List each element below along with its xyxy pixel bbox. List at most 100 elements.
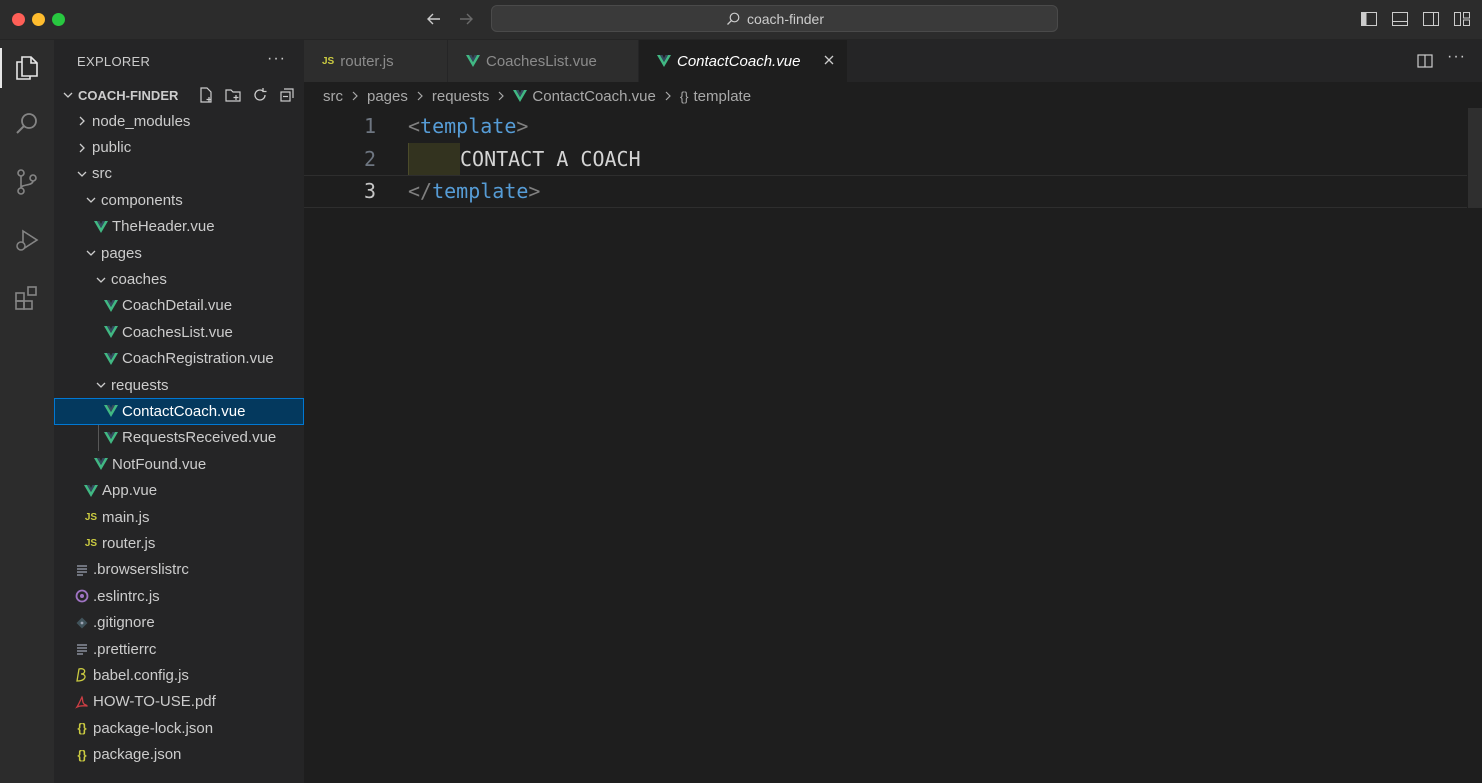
- minimize-window-button[interactable]: [32, 13, 45, 26]
- tree-item-label: .gitignore: [93, 614, 155, 632]
- tree-item-label: .prettierrc: [93, 640, 157, 658]
- close-window-button[interactable]: [12, 13, 25, 26]
- toggle-primary-sidebar-icon[interactable]: [1359, 9, 1379, 29]
- tree-folder-requests[interactable]: requests: [54, 372, 304, 398]
- tree-file-eslintrc-js[interactable]: .eslintrc.js: [54, 583, 304, 609]
- breadcrumb-item[interactable]: requests: [432, 88, 490, 105]
- source-control-icon[interactable]: [0, 158, 54, 206]
- tree-folder-node-modules[interactable]: node_modules: [54, 108, 304, 134]
- tree-file-contactcoach-vue[interactable]: ContactCoach.vue: [54, 398, 304, 425]
- chevron-right-icon: [79, 116, 85, 126]
- tab-router-js[interactable]: JS router.js: [304, 40, 448, 82]
- explorer-icon[interactable]: [0, 44, 54, 92]
- vue-file-icon: [103, 403, 119, 419]
- split-editor-icon[interactable]: [1416, 52, 1434, 70]
- tree-file-notfound-vue[interactable]: NotFound.vue: [54, 451, 304, 477]
- tree-folder-coaches[interactable]: coaches: [54, 266, 304, 292]
- new-folder-icon[interactable]: [224, 86, 242, 104]
- run-and-debug-icon[interactable]: [0, 216, 54, 264]
- customize-layout-icon[interactable]: [1452, 9, 1472, 29]
- tab-label: ContactCoach.vue: [677, 52, 801, 70]
- code-editor[interactable]: 1 <template> 2 CONTACT A COACH 3 </templ…: [304, 110, 1467, 208]
- back-arrow-icon[interactable]: [423, 8, 445, 30]
- tree-item-label: main.js: [102, 508, 150, 526]
- code-text: CONTACT A COACH: [460, 146, 641, 171]
- tree-file-coacheslist-vue[interactable]: CoachesList.vue: [54, 319, 304, 345]
- eslint-icon: [74, 588, 90, 604]
- tree-item-label: router.js: [102, 534, 156, 552]
- tree-file-app-vue[interactable]: App.vue: [54, 477, 304, 503]
- chevron-right-icon: [665, 91, 671, 101]
- tag-name: template: [432, 179, 529, 204]
- tree-folder-public[interactable]: public: [54, 134, 304, 160]
- breadcrumb-item[interactable]: ContactCoach.vue: [532, 88, 655, 105]
- close-icon[interactable]: [821, 52, 837, 68]
- layout-controls: [1359, 9, 1472, 29]
- command-center-search[interactable]: coach-finder: [491, 5, 1058, 32]
- tree-item-label: NotFound.vue: [112, 455, 207, 473]
- tree-item-label: RequestsReceived.vue: [122, 429, 277, 447]
- chevron-down-icon: [63, 92, 73, 98]
- tree-file-package-json[interactable]: {} package.json: [54, 741, 304, 767]
- tree-file-browserslistrc[interactable]: .browserslistrc: [54, 557, 304, 583]
- chevron-right-icon: [417, 91, 423, 101]
- tree-file-theheader-vue[interactable]: TheHeader.vue: [54, 214, 304, 240]
- tree-file-coachdetail-vue[interactable]: CoachDetail.vue: [54, 293, 304, 319]
- tree-file-babel-config-js[interactable]: babel.config.js: [54, 662, 304, 688]
- code-line-1: 1 <template>: [304, 110, 1467, 143]
- js-file-icon: JS: [322, 55, 335, 67]
- line-number: 1: [363, 114, 376, 139]
- title-bar: coach-finder: [0, 0, 1482, 40]
- symbol-braces-icon: {}: [679, 88, 689, 104]
- refresh-icon[interactable]: [251, 86, 269, 104]
- tree-item-label: .eslintrc.js: [93, 587, 160, 605]
- project-section-header[interactable]: COACH-FINDER: [54, 82, 304, 108]
- toggle-panel-icon[interactable]: [1390, 9, 1410, 29]
- breadcrumb-item[interactable]: pages: [367, 88, 408, 105]
- tree-file-prettierrc[interactable]: .prettierrc: [54, 636, 304, 662]
- tree-item-label: CoachRegistration.vue: [122, 350, 274, 368]
- tree-item-label: babel.config.js: [93, 666, 189, 684]
- tree-file-how-to-use-pdf[interactable]: HOW-TO-USE.pdf: [54, 689, 304, 715]
- tree-file-main-js[interactable]: JS main.js: [54, 504, 304, 530]
- tab-label: CoachesList.vue: [486, 52, 597, 70]
- vue-file-icon: [83, 483, 99, 499]
- explorer-more-icon[interactable]: ···: [267, 50, 286, 68]
- command-center-label: coach-finder: [746, 10, 825, 27]
- vue-file-icon: [93, 456, 109, 472]
- tree-folder-components[interactable]: components: [54, 187, 304, 213]
- file-tree: node_modules public src components TheHe…: [54, 108, 304, 768]
- tree-file-router-js[interactable]: JS router.js: [54, 530, 304, 556]
- tree-item-label: components: [101, 191, 183, 209]
- new-file-icon[interactable]: [197, 86, 215, 104]
- babel-icon: [74, 667, 90, 683]
- tree-file-gitignore[interactable]: .gitignore: [54, 609, 304, 635]
- tree-item-label: CoachDetail.vue: [122, 297, 233, 315]
- editor-more-actions-icon[interactable]: ···: [1447, 48, 1466, 66]
- breadcrumb-item[interactable]: template: [694, 88, 752, 105]
- tree-folder-pages[interactable]: pages: [54, 240, 304, 266]
- breadcrumb-item[interactable]: src: [323, 88, 343, 105]
- collapse-all-icon[interactable]: [278, 86, 296, 104]
- line-number: 3: [363, 179, 376, 204]
- forward-arrow-icon[interactable]: [455, 8, 477, 30]
- tree-item-label: TheHeader.vue: [112, 218, 215, 236]
- tree-file-coachregistration-vue[interactable]: CoachRegistration.vue: [54, 346, 304, 372]
- tab-contactcoach-vue[interactable]: ContactCoach.vue: [639, 40, 848, 82]
- search-icon[interactable]: [0, 100, 54, 148]
- tree-item-label: package-lock.json: [93, 719, 214, 737]
- editor-scrollbar[interactable]: [1468, 108, 1482, 208]
- js-file-icon: JS: [84, 511, 98, 523]
- explorer-title: EXPLORER: [77, 53, 151, 69]
- tree-file-package-lock-json[interactable]: {} package-lock.json: [54, 715, 304, 741]
- tree-file-requestsreceived-vue[interactable]: RequestsReceived.vue: [54, 424, 304, 452]
- vue-file-icon: [466, 55, 480, 67]
- extensions-icon[interactable]: [0, 274, 54, 322]
- vue-file-icon: [103, 324, 119, 340]
- tab-coacheslist-vue[interactable]: CoachesList.vue: [448, 40, 639, 82]
- text-lines-icon: [74, 641, 90, 657]
- tree-folder-src[interactable]: src: [54, 161, 304, 187]
- toggle-secondary-sidebar-icon[interactable]: [1421, 9, 1441, 29]
- tree-item-label: .browserslistrc: [93, 561, 189, 579]
- maximize-window-button[interactable]: [52, 13, 65, 26]
